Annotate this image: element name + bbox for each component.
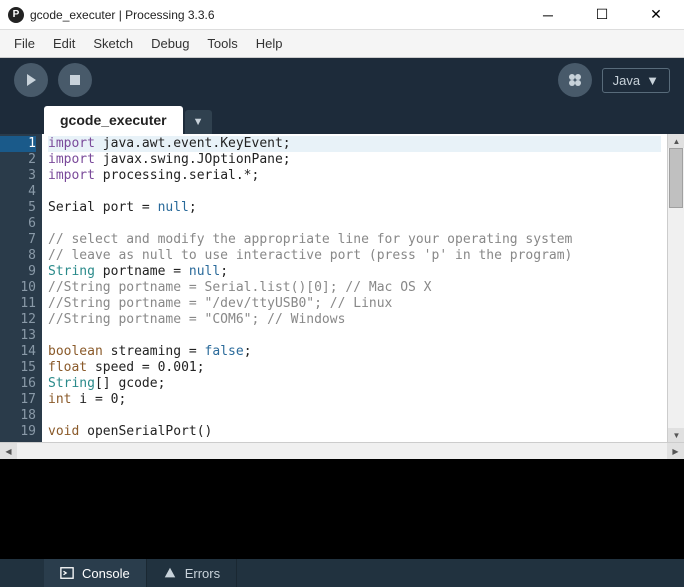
code-line[interactable]: void openSerialPort() <box>48 424 661 440</box>
menubar: File Edit Sketch Debug Tools Help <box>0 30 684 58</box>
stop-icon <box>69 74 81 86</box>
line-number: 19 <box>0 424 36 440</box>
line-number: 1 <box>0 136 36 152</box>
line-number: 14 <box>0 344 36 360</box>
console-tab[interactable]: Console <box>44 559 147 587</box>
line-number: 6 <box>0 216 36 232</box>
code-line[interactable]: boolean streaming = false; <box>48 344 661 360</box>
window-titlebar: P gcode_executer | Processing 3.3.6 ─ ☐ … <box>0 0 684 30</box>
menu-sketch[interactable]: Sketch <box>85 32 141 55</box>
console-output[interactable] <box>0 459 684 559</box>
code-line[interactable]: Serial port = null; <box>48 200 661 216</box>
vertical-scrollbar[interactable]: ▲ ▼ <box>667 134 684 442</box>
console-tab-label: Console <box>82 566 130 581</box>
code-line[interactable]: // leave as null to use interactive port… <box>48 248 661 264</box>
menu-help[interactable]: Help <box>248 32 291 55</box>
code-line[interactable]: String[] gcode; <box>48 376 661 392</box>
line-number: 7 <box>0 232 36 248</box>
stop-button[interactable] <box>58 63 92 97</box>
horizontal-scrollbar[interactable]: ◀ ▶ <box>0 442 684 459</box>
tab-dropdown[interactable]: ▼ <box>185 110 212 134</box>
line-number: 12 <box>0 312 36 328</box>
code-line[interactable]: import javax.swing.JOptionPane; <box>48 152 661 168</box>
line-number: 5 <box>0 200 36 216</box>
line-number: 11 <box>0 296 36 312</box>
menu-edit[interactable]: Edit <box>45 32 83 55</box>
close-button[interactable]: ✕ <box>636 0 676 30</box>
code-line[interactable]: float speed = 0.001; <box>48 360 661 376</box>
line-number: 18 <box>0 408 36 424</box>
line-number: 10 <box>0 280 36 296</box>
menu-file[interactable]: File <box>6 32 43 55</box>
line-number: 3 <box>0 168 36 184</box>
maximize-button[interactable]: ☐ <box>582 0 622 30</box>
errors-tab-label: Errors <box>185 566 220 581</box>
menu-tools[interactable]: Tools <box>199 32 245 55</box>
debug-button[interactable] <box>558 63 592 97</box>
scroll-left-arrow[interactable]: ◀ <box>0 443 17 460</box>
line-number: 17 <box>0 392 36 408</box>
line-number: 2 <box>0 152 36 168</box>
editor: 12345678910111213141516171819 import jav… <box>0 134 684 442</box>
line-number: 4 <box>0 184 36 200</box>
line-number: 16 <box>0 376 36 392</box>
code-line[interactable] <box>48 328 661 344</box>
run-button[interactable] <box>14 63 48 97</box>
tab-active[interactable]: gcode_executer <box>44 106 183 134</box>
app-icon: P <box>8 7 24 23</box>
menu-debug[interactable]: Debug <box>143 32 197 55</box>
code-line[interactable]: int i = 0; <box>48 392 661 408</box>
errors-tab[interactable]: Errors <box>147 559 237 587</box>
code-line[interactable]: import java.awt.event.KeyEvent; <box>48 136 661 152</box>
code-line[interactable]: import processing.serial.*; <box>48 168 661 184</box>
line-number: 13 <box>0 328 36 344</box>
warning-icon <box>163 566 177 580</box>
code-line[interactable] <box>48 216 661 232</box>
code-line[interactable]: //String portname = "COM6"; // Windows <box>48 312 661 328</box>
code-line[interactable]: //String portname = Serial.list()[0]; //… <box>48 280 661 296</box>
line-number: 8 <box>0 248 36 264</box>
line-gutter: 12345678910111213141516171819 <box>0 134 42 442</box>
code-line[interactable] <box>48 184 661 200</box>
code-line[interactable]: //String portname = "/dev/ttyUSB0"; // L… <box>48 296 661 312</box>
scroll-right-arrow[interactable]: ▶ <box>667 443 684 460</box>
toolbar: Java ▼ <box>0 58 684 102</box>
code-line[interactable] <box>48 408 661 424</box>
code-area[interactable]: import java.awt.event.KeyEvent;import ja… <box>42 134 667 442</box>
line-number: 15 <box>0 360 36 376</box>
butterfly-icon <box>567 72 583 88</box>
code-line[interactable]: // select and modify the appropriate lin… <box>48 232 661 248</box>
tab-bar: gcode_executer ▼ <box>0 102 684 134</box>
code-line[interactable]: String portname = null; <box>48 264 661 280</box>
line-number: 9 <box>0 264 36 280</box>
window-title: gcode_executer | Processing 3.3.6 <box>30 8 528 22</box>
minimize-button[interactable]: ─ <box>528 0 568 30</box>
scroll-up-arrow[interactable]: ▲ <box>668 134 684 148</box>
mode-label: Java <box>613 73 640 88</box>
mode-selector[interactable]: Java ▼ <box>602 68 670 93</box>
scroll-thumb[interactable] <box>669 148 683 208</box>
scroll-down-arrow[interactable]: ▼ <box>668 428 684 442</box>
console-icon <box>60 566 74 580</box>
bottom-tabs: Console Errors <box>0 559 684 587</box>
chevron-down-icon: ▼ <box>646 73 659 88</box>
play-icon <box>24 73 38 87</box>
